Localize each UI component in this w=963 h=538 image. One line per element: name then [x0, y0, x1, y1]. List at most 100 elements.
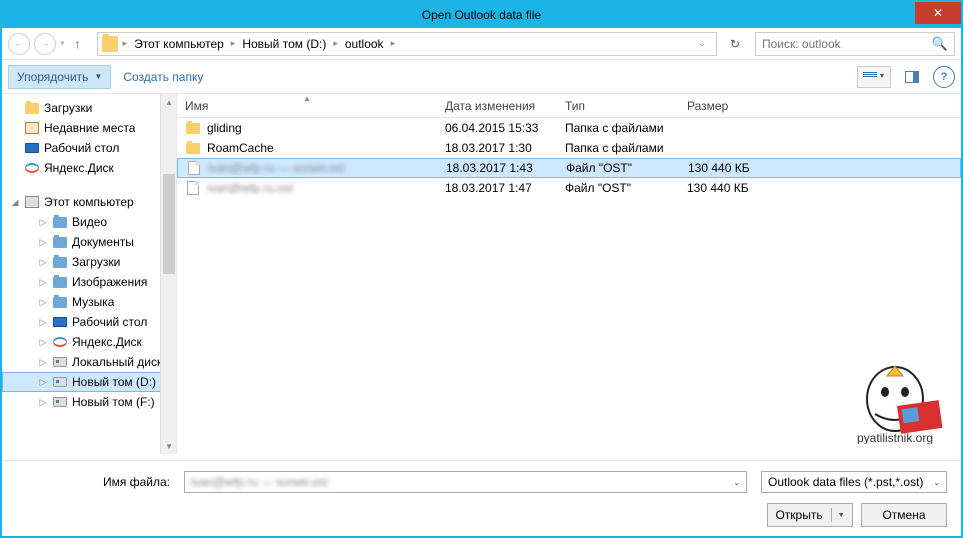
chevron-down-icon: ⌄	[933, 478, 940, 487]
sidebar-scrollbar[interactable]: ▲ ▼	[160, 94, 176, 454]
file-row[interactable]: ivan@wfp.ru.ost 18.03.2017 1:47 Файл "OS…	[177, 178, 961, 198]
organize-button[interactable]: Упорядочить ▼	[8, 65, 111, 89]
tree-item[interactable]: ▷ Рабочий стол	[2, 312, 176, 332]
folder-blue-icon	[52, 235, 68, 249]
tree-item[interactable]: Загрузки	[2, 98, 176, 118]
file-size: 130 440 КБ	[680, 161, 760, 175]
tree-item[interactable]: Недавние места	[2, 118, 176, 138]
tree-item[interactable]: Яндекс.Диск	[2, 158, 176, 178]
tree-item[interactable]: ▷ Документы	[2, 232, 176, 252]
file-row[interactable]: RoamCache 18.03.2017 1:30 Папка с файлам…	[177, 138, 961, 158]
filename-input[interactable]: ivan@wfp.ru — копия.ost ⌄	[184, 471, 747, 493]
history-dropdown-icon[interactable]: ▾	[60, 38, 65, 49]
tree-item-computer[interactable]: ◢ Этот компьютер	[2, 192, 176, 212]
file-list-area: ▲ Имя Дата изменения Тип Размер gliding …	[177, 94, 961, 454]
file-date: 18.03.2017 1:47	[437, 181, 557, 195]
folder-icon	[102, 36, 118, 52]
folder-blue-icon	[52, 295, 68, 309]
organize-label: Упорядочить	[17, 70, 88, 84]
file-size: 130 440 КБ	[679, 181, 759, 195]
cancel-button[interactable]: Отмена	[861, 503, 947, 527]
titlebar: Open Outlook data file ✕	[2, 2, 961, 28]
tree-item[interactable]: ▷ Локальный диск	[2, 352, 176, 372]
tree-item[interactable]: ▷ Музыка	[2, 292, 176, 312]
folder-blue-icon	[52, 275, 68, 289]
tree-item[interactable]: ▷ Новый том (D:)	[2, 372, 176, 392]
tree-label: Яндекс.Диск	[44, 161, 114, 175]
folder-blue-icon	[52, 215, 68, 229]
tree-item[interactable]: ▷ Новый том (F:)	[2, 392, 176, 412]
scroll-up-icon[interactable]: ▲	[161, 94, 177, 110]
collapse-icon[interactable]: ◢	[10, 197, 20, 208]
column-header-type[interactable]: Тип	[557, 99, 679, 113]
search-box[interactable]: 🔍	[755, 32, 955, 56]
new-folder-button[interactable]: Создать папку	[123, 70, 203, 84]
scroll-down-icon[interactable]: ▼	[161, 438, 177, 454]
close-button[interactable]: ✕	[915, 2, 961, 24]
tree-item[interactable]: ▷ Видео	[2, 212, 176, 232]
list-view-icon	[863, 72, 877, 82]
disk-icon	[52, 375, 68, 389]
expand-icon[interactable]: ▷	[38, 337, 48, 348]
forward-button[interactable]: →	[34, 33, 56, 55]
tree-label: Недавние места	[44, 121, 135, 135]
chevron-down-icon[interactable]: ⌄	[692, 38, 712, 49]
scrollbar-thumb[interactable]	[163, 174, 175, 274]
tree-item[interactable]: ▷ Загрузки	[2, 252, 176, 272]
up-button[interactable]: ↑	[69, 35, 87, 53]
view-mode-button[interactable]: ▼	[857, 66, 891, 88]
file-row[interactable]: ivan@wfp.ru — копия.ost 18.03.2017 1:43 …	[177, 158, 961, 178]
preview-pane-button[interactable]	[901, 66, 923, 88]
expand-icon[interactable]: ▷	[38, 357, 48, 368]
file-name: ivan@wfp.ru — копия.ost	[208, 161, 345, 175]
breadcrumb-folder[interactable]: outlook	[343, 37, 386, 51]
file-icon	[185, 181, 201, 195]
expand-icon[interactable]: ▷	[38, 317, 48, 328]
chevron-down-icon: ▼	[879, 73, 886, 80]
button-row: Открыть ▼ Отмена	[16, 503, 947, 527]
tree-label: Документы	[72, 235, 134, 249]
sort-indicator-icon: ▲	[303, 94, 311, 103]
file-row[interactable]: gliding 06.04.2015 15:33 Папка с файлами	[177, 118, 961, 138]
tree-label: Этот компьютер	[44, 195, 134, 209]
expand-icon[interactable]: ▷	[38, 217, 48, 228]
tree-label: Новый том (D:)	[72, 375, 156, 389]
chevron-down-icon: ▼	[94, 72, 102, 81]
column-header-date[interactable]: Дата изменения	[437, 99, 557, 113]
folder-icon	[24, 101, 40, 115]
chevron-right-icon: ▸	[120, 38, 131, 49]
breadcrumb-drive[interactable]: Новый том (D:)	[240, 37, 328, 51]
tree-label: Видео	[72, 215, 107, 229]
folder-icon	[185, 121, 201, 135]
filetype-select[interactable]: Outlook data files (*.pst,*.ost) ⌄	[761, 471, 947, 493]
expand-icon[interactable]: ▷	[38, 257, 48, 268]
breadcrumb-root[interactable]: Этот компьютер	[132, 37, 226, 51]
filename-row: Имя файла: ivan@wfp.ru — копия.ost ⌄ Out…	[16, 471, 947, 493]
sidebar: Загрузки Недавние места Рабочий стол Янд…	[2, 94, 177, 454]
yadisk-icon	[24, 161, 40, 175]
tree-label: Локальный диск	[72, 355, 162, 369]
expand-icon[interactable]: ▷	[38, 377, 48, 388]
expand-icon[interactable]: ▷	[38, 397, 48, 408]
help-button[interactable]: ?	[933, 66, 955, 88]
column-header-size[interactable]: Размер	[679, 99, 759, 113]
folder-blue-icon	[52, 255, 68, 269]
search-input[interactable]	[762, 37, 932, 51]
open-button[interactable]: Открыть ▼	[767, 503, 853, 527]
monitor-icon	[52, 315, 68, 329]
filename-value: ivan@wfp.ru — копия.ost	[191, 475, 328, 489]
tree-item[interactable]: ▷ Изображения	[2, 272, 176, 292]
chevron-down-icon[interactable]: ⌄	[733, 478, 740, 487]
breadcrumb[interactable]: ▸ Этот компьютер ▸ Новый том (D:) ▸ outl…	[97, 32, 717, 56]
search-icon: 🔍	[932, 36, 948, 52]
expand-icon[interactable]: ▷	[38, 297, 48, 308]
body-area: Загрузки Недавние места Рабочий стол Янд…	[2, 94, 961, 454]
expand-icon[interactable]: ▷	[38, 277, 48, 288]
back-button[interactable]: ←	[8, 33, 30, 55]
expand-icon[interactable]: ▷	[38, 237, 48, 248]
tree-item[interactable]: ▷ Яндекс.Диск	[2, 332, 176, 352]
tree-item[interactable]: Рабочий стол	[2, 138, 176, 158]
close-icon: ✕	[933, 6, 943, 20]
tree-label: Яндекс.Диск	[72, 335, 142, 349]
refresh-button[interactable]: ↻	[723, 32, 747, 56]
